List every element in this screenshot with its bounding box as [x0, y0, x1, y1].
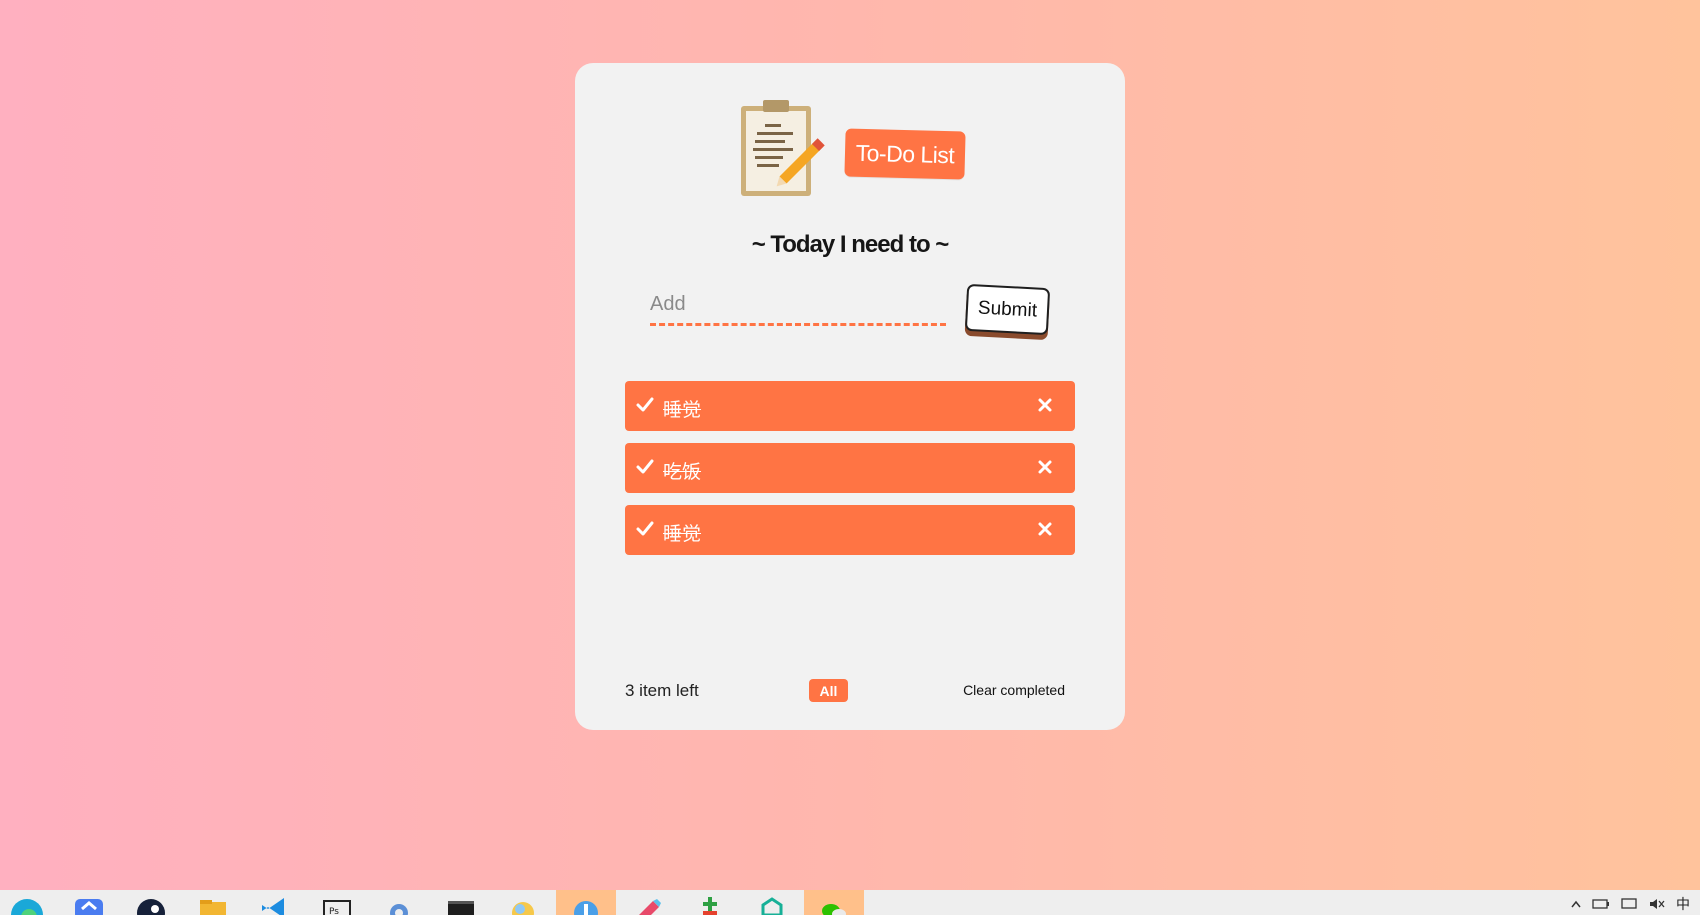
clipboard-pencil-icon [741, 100, 825, 196]
todo-list: 睡觉 吃饭 睡觉 [625, 381, 1075, 567]
paint-app-icon[interactable] [631, 895, 665, 915]
chat-app-icon[interactable] [755, 895, 789, 915]
items-left-count: 3 item left [625, 681, 699, 700]
edge-icon[interactable] [10, 895, 44, 915]
check-icon[interactable] [635, 395, 655, 415]
clear-completed-button[interactable]: Clear completed [963, 682, 1065, 698]
folder-app-icon[interactable] [506, 895, 540, 915]
app-title: To-Do List [844, 128, 966, 180]
battery-icon[interactable] [1592, 898, 1610, 910]
filter-all-button[interactable]: All [809, 679, 848, 702]
file-explorer-icon[interactable] [196, 895, 230, 915]
todo-text: 吃饭 [663, 461, 702, 483]
app-store-icon[interactable] [72, 895, 106, 915]
todo-text: 睡觉 [663, 523, 702, 545]
todo-text: 睡觉 [663, 399, 702, 421]
media-app-icon[interactable] [569, 895, 603, 915]
steam-icon[interactable] [134, 895, 168, 915]
todo-item[interactable]: 睡觉 [625, 505, 1075, 555]
taskbar: Ps 中 [0, 890, 1700, 915]
system-tray: 中 [1570, 894, 1690, 914]
todo-card: To-Do List ~ Today I need to ~ Submit 睡觉… [575, 63, 1125, 730]
terminal-icon[interactable] [444, 895, 478, 915]
vscode-icon[interactable] [258, 895, 292, 915]
svg-text:Ps: Ps [329, 907, 339, 915]
photo-app-icon[interactable]: Ps [320, 895, 354, 915]
todo-item[interactable]: 睡觉 [625, 381, 1075, 431]
add-todo-input[interactable] [650, 286, 946, 326]
settings-app-icon[interactable] [382, 895, 416, 915]
calculator-app-icon[interactable] [693, 895, 727, 915]
todo-item[interactable]: 吃饭 [625, 443, 1075, 493]
network-icon[interactable] [1620, 898, 1638, 910]
close-icon[interactable] [1037, 397, 1053, 413]
check-icon[interactable] [635, 457, 655, 477]
page-subtitle: ~ Today I need to ~ [751, 231, 950, 258]
todo-footer: 3 item left All Clear completed [625, 679, 1075, 709]
volume-muted-icon[interactable] [1648, 898, 1666, 910]
close-icon[interactable] [1037, 521, 1053, 537]
close-icon[interactable] [1037, 459, 1053, 475]
wechat-icon[interactable] [817, 895, 851, 915]
check-icon[interactable] [635, 519, 655, 539]
input-method-indicator[interactable]: 中 [1676, 894, 1690, 914]
submit-button[interactable]: Submit [964, 283, 1051, 336]
chevron-up-icon[interactable] [1570, 898, 1582, 910]
